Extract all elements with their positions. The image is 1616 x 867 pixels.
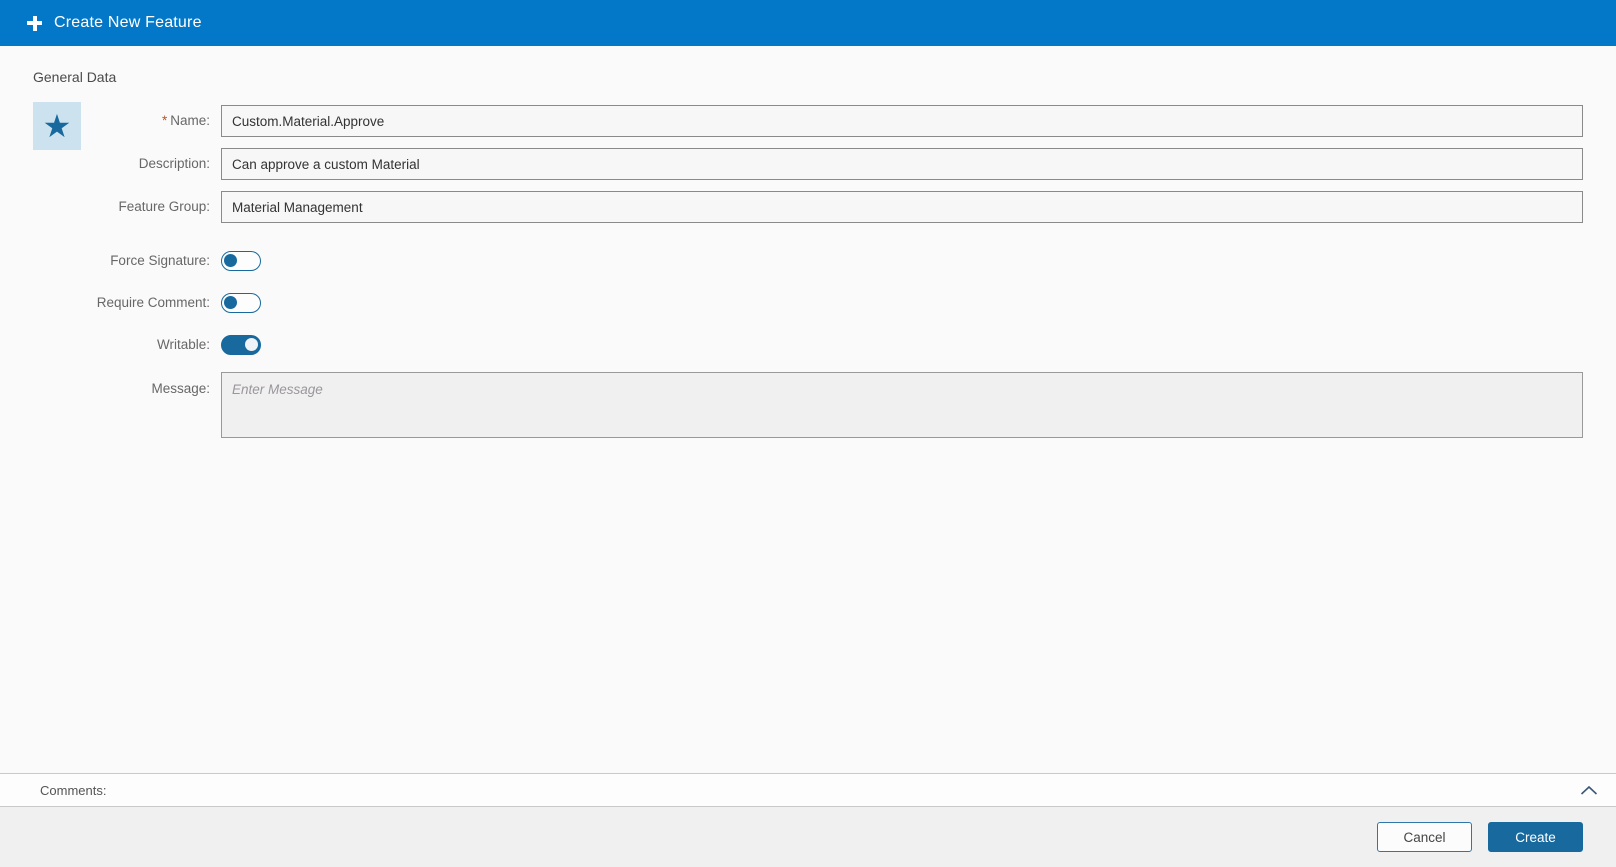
require-comment-label: Require Comment:	[96, 295, 210, 310]
dialog-header: Create New Feature	[0, 0, 1616, 46]
require-comment-toggle[interactable]	[221, 293, 261, 313]
message-textarea[interactable]	[221, 372, 1583, 438]
footer-bar: Cancel Create	[0, 807, 1616, 867]
required-marker: *	[161, 113, 168, 128]
force-signature-label: Force Signature:	[110, 253, 210, 268]
name-row: * Name:	[0, 105, 1583, 137]
comments-label: Comments:	[40, 782, 107, 798]
comments-bar[interactable]: Comments:	[0, 773, 1616, 807]
message-row: Message:	[0, 372, 1583, 438]
feature-group-row: Feature Group:	[0, 191, 1583, 223]
cancel-button[interactable]: Cancel	[1377, 822, 1472, 852]
message-label: Message:	[151, 381, 210, 396]
writable-row: Writable:	[0, 335, 1583, 355]
feature-form: *Name: Description: Feature Group: Force…	[0, 105, 1583, 449]
form-content: General Data ★ *Name: Description: Featu…	[0, 46, 1616, 773]
toggle-knob	[245, 338, 258, 351]
force-signature-toggle[interactable]	[221, 251, 261, 271]
description-row: Description:	[0, 148, 1583, 180]
toggle-knob	[224, 296, 237, 309]
force-signature-row: Force Signature:	[0, 251, 1583, 271]
name-label: * Name:	[161, 113, 210, 128]
dialog-title: Create New Feature	[54, 14, 202, 31]
description-label: Description:	[138, 156, 210, 171]
section-title: General Data	[33, 69, 117, 85]
writable-label: Writable:	[156, 337, 210, 352]
toggle-knob	[224, 254, 237, 267]
plus-icon	[27, 15, 42, 31]
writable-toggle[interactable]	[221, 335, 261, 355]
feature-group-input[interactable]	[221, 191, 1583, 223]
name-input[interactable]	[221, 105, 1583, 137]
feature-group-label: Feature Group:	[118, 199, 210, 214]
chevron-up-icon[interactable]	[1578, 781, 1600, 799]
create-button[interactable]: Create	[1488, 822, 1583, 852]
description-input[interactable]	[221, 148, 1583, 180]
require-comment-row: Require Comment:	[0, 293, 1583, 313]
